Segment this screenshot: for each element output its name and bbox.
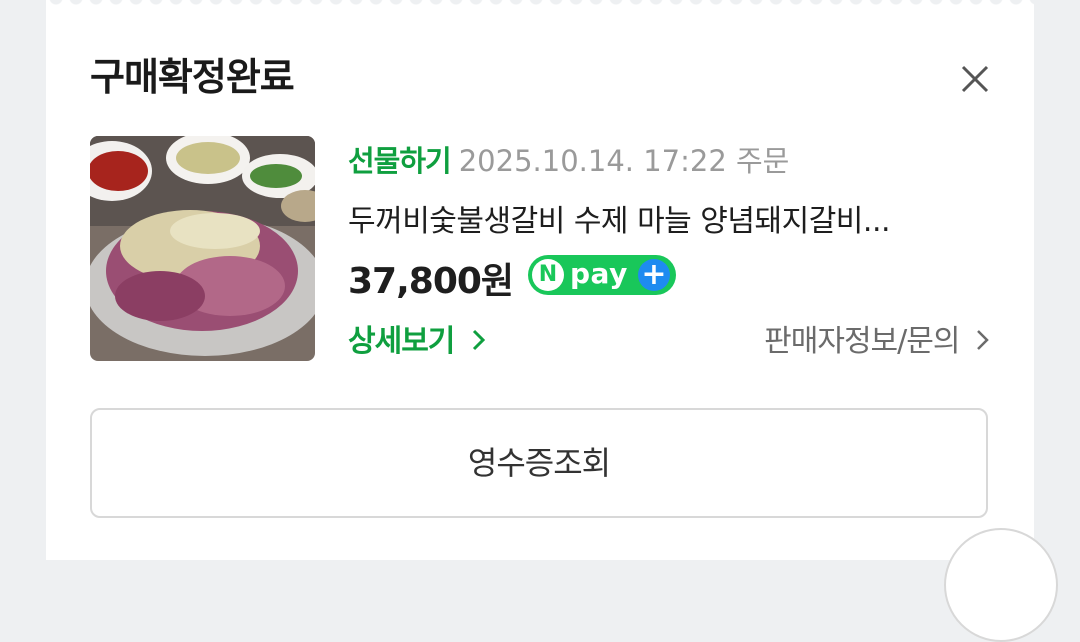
npay-n-mark: N — [532, 259, 564, 291]
modal-title: 구매확정완료 — [90, 55, 295, 99]
floating-button[interactable] — [944, 528, 1058, 642]
product-thumbnail[interactable] — [90, 136, 315, 361]
order-meta: 선물하기 2025.10.14. 17:22 주문 — [348, 138, 789, 180]
chevron-right-icon — [977, 330, 989, 350]
chevron-right-icon — [472, 329, 485, 351]
product-price: 37,800원 — [348, 261, 514, 302]
view-details-link[interactable]: 상세보기 — [348, 316, 488, 360]
npay-plus-badge: N pay + — [528, 255, 676, 295]
order-date: 2025.10.14. 17:22 주문 — [458, 144, 790, 178]
product-name[interactable]: 두꺼비숯불생갈비 수제 마늘 양념돼지갈비... — [348, 196, 988, 240]
view-details-label: 상세보기 — [348, 324, 455, 359]
seller-info-link[interactable]: 판매자정보/문의 — [764, 316, 992, 360]
npay-pay-text: pay — [570, 257, 628, 290]
close-button[interactable] — [958, 62, 992, 96]
seller-info-label: 판매자정보/문의 — [764, 324, 960, 359]
receipt-button[interactable]: 영수증조회 — [90, 408, 988, 518]
close-icon — [961, 65, 989, 93]
product-image — [90, 136, 315, 361]
gift-badge: 선물하기 — [348, 144, 452, 178]
ticket-edge — [46, 0, 1034, 8]
npay-plus-mark: + — [638, 259, 670, 291]
